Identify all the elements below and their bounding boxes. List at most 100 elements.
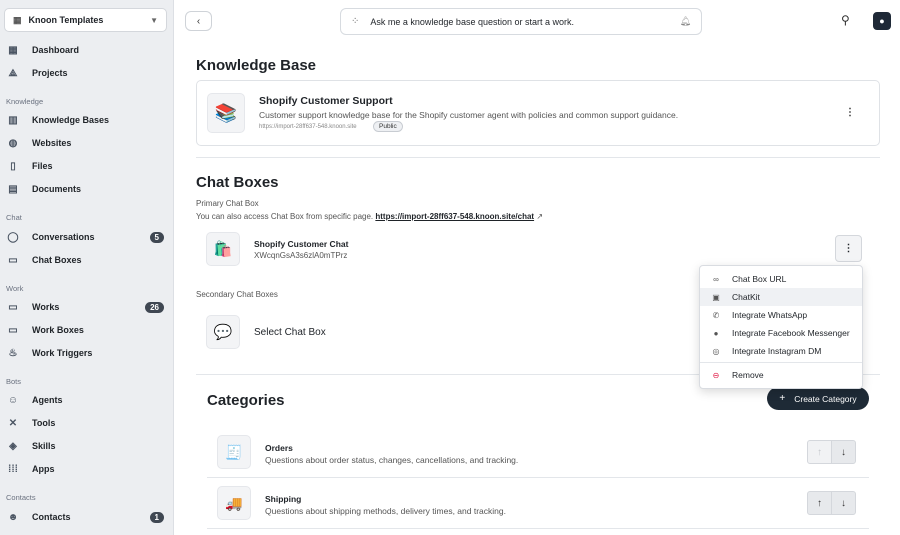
sidebar-item-work-boxes[interactable]: ▭ Work Boxes (6, 320, 164, 340)
external-link-icon[interactable]: ↗ (536, 212, 543, 221)
remove-icon: ⊖ (712, 370, 720, 380)
move-down-button[interactable]: ↓ (831, 440, 856, 464)
kb-title: Shopify Customer Support (259, 95, 393, 107)
sidebar-item-conversations[interactable]: ◯ Conversations 5 (6, 227, 164, 247)
box-icon: ▭ (8, 324, 18, 336)
bell-icon[interactable]: 🔔︎ (680, 16, 691, 27)
sidebar-item-documents[interactable]: ▤ Documents (6, 179, 164, 199)
kb-heading: Knowledge Base (196, 57, 317, 74)
sidebar-item-agents[interactable]: ☺ Agents (6, 390, 164, 410)
link-icon: ∞ (713, 274, 719, 284)
menu-item-label: Remove (732, 370, 764, 380)
sidebar-item-contacts[interactable]: ☻ Contacts 1 (6, 507, 164, 527)
public-badge: Public (373, 121, 403, 132)
graduation-cap-icon: ◈ (9, 440, 17, 452)
menu-item-whatsapp[interactable]: ✆ Integrate WhatsApp (700, 306, 862, 324)
sidebar-item-work-triggers[interactable]: ♨ Work Triggers (6, 343, 164, 363)
chat-url-link[interactable]: https://import-28ff637-548.knoon.site/ch… (375, 212, 534, 221)
search-icon[interactable]: ⚲ (841, 13, 850, 27)
select-chat-box[interactable]: Select Chat Box (254, 327, 326, 338)
access-text: You can also access Chat Box from specif… (196, 212, 374, 221)
category-description: Questions about shipping methods, delive… (265, 506, 506, 516)
plus-icon: + (779, 393, 786, 404)
sidebar-item-tools[interactable]: ✕ Tools (6, 413, 164, 433)
menu-item-label: Integrate WhatsApp (732, 310, 808, 320)
chat-bubble-icon: ◯ (7, 231, 19, 243)
chevron-down-icon: ▼ (150, 15, 158, 25)
apps-grid-icon: ⁞⁞⁞ (8, 463, 18, 475)
building-icon: ▦ (13, 14, 22, 25)
document-icon: ▤ (8, 183, 18, 195)
chat-box-menu: ∞ Chat Box URL ▣ ChatKit ✆ Integrate Wha… (699, 265, 863, 389)
arrow-down-icon: ↓ (841, 497, 846, 509)
arrow-up-icon: ↑ (817, 446, 822, 458)
create-category-label: Create Category (794, 393, 857, 404)
menu-item-chat-box-url[interactable]: ∞ Chat Box URL (700, 270, 862, 288)
section-knowledge: Knowledge (6, 97, 44, 106)
kb-more-icon[interactable]: ⋮ (845, 107, 855, 118)
truck-icon: 🚚 (217, 486, 251, 520)
globe-icon: ◍ (8, 137, 18, 149)
chat-box-more-button[interactable]: ⋮ (835, 235, 862, 262)
sidebar-item-websites[interactable]: ◍ Websites (6, 133, 164, 153)
sidebar-item-label: Documents (32, 184, 82, 194)
category-description: Questions about order status, changes, c… (265, 455, 519, 465)
move-up-button[interactable]: ↑ (807, 491, 832, 515)
sidebar-item-label: Tools (32, 418, 56, 428)
whatsapp-icon: ✆ (712, 310, 720, 320)
library-icon: ▥ (8, 114, 18, 126)
move-down-button[interactable]: ↓ (831, 491, 856, 515)
create-category-button[interactable]: + Create Category (767, 387, 869, 410)
category-title: Shipping (265, 494, 302, 504)
primary-chat-id: XWcqnGsA3s6zlA0mTPrz (254, 251, 348, 260)
menu-item-messenger[interactable]: ● Integrate Facebook Messenger (700, 324, 862, 342)
sidebar-item-label: Knowledge Bases (32, 115, 110, 125)
back-button[interactable]: ‹ (185, 11, 212, 31)
sidebar-item-works[interactable]: ▭ Works 26 (6, 297, 164, 317)
sidebar: ▦ Knoon Templates ▼ ▦ Dashboard ⟁ Projec… (0, 0, 174, 535)
sidebar-item-label: Files (32, 161, 53, 171)
shapes-icon: ⟁ (8, 67, 18, 79)
sidebar-item-label: Conversations (32, 232, 95, 242)
menu-item-instagram[interactable]: ◎ Integrate Instagram DM (700, 342, 862, 360)
menu-divider (700, 362, 862, 363)
sidebar-item-apps[interactable]: ⁞⁞⁞ Apps (6, 459, 164, 479)
workspace-select[interactable]: ▦ Knoon Templates ▼ (4, 8, 167, 32)
divider (207, 477, 869, 478)
kebab-icon: ⋮ (843, 243, 854, 254)
arrow-up-icon: ↑ (817, 497, 822, 509)
speech-bubble-icon: 💬 (206, 315, 240, 349)
categories-heading: Categories (207, 392, 285, 409)
file-icon: ▯ (10, 160, 16, 172)
menu-item-chatkit[interactable]: ▣ ChatKit (700, 288, 862, 306)
ask-input[interactable]: ⁘ Ask me a knowledge base question or st… (340, 8, 702, 35)
briefcase-icon: ▭ (8, 301, 18, 313)
menu-item-remove[interactable]: ⊖ Remove (700, 366, 862, 384)
sidebar-item-label: Agents (32, 395, 63, 405)
divider (207, 528, 869, 529)
sidebar-item-files[interactable]: ▯ Files (6, 156, 164, 176)
workspace-name: Knoon Templates (28, 15, 104, 25)
sidebar-item-label: Websites (32, 138, 72, 148)
users-icon: ☻ (7, 511, 19, 523)
chat-boxes-heading: Chat Boxes (196, 174, 279, 191)
sidebar-item-chat-boxes[interactable]: ▭ Chat Boxes (6, 250, 164, 270)
knowledge-base-card[interactable]: 📚 Shopify Customer Support Customer supp… (196, 80, 880, 146)
shopping-bag-icon: 🛍️ (206, 232, 240, 266)
avatar[interactable]: ● (873, 12, 891, 30)
sidebar-item-skills[interactable]: ◈ Skills (6, 436, 164, 456)
bot-icon: ☺ (7, 394, 19, 406)
sidebar-item-projects[interactable]: ⟁ Projects (6, 63, 164, 83)
chatkit-icon: ▣ (712, 292, 720, 302)
primary-chat-title: Shopify Customer Chat (254, 239, 349, 249)
kb-url[interactable]: https://import-28ff637-548.knoon.site (259, 124, 357, 130)
sidebar-item-label: Skills (32, 441, 56, 451)
sidebar-item-knowledge-bases[interactable]: ▥ Knowledge Bases (6, 110, 164, 130)
sidebar-item-label: Dashboard (32, 45, 80, 55)
count-badge: 1 (149, 511, 164, 523)
sidebar-item-label: Works (32, 302, 60, 312)
move-up-button[interactable]: ↑ (807, 440, 832, 464)
section-bots: Bots (6, 377, 22, 386)
sidebar-item-dashboard[interactable]: ▦ Dashboard (6, 40, 164, 60)
section-work: Work (6, 284, 24, 293)
